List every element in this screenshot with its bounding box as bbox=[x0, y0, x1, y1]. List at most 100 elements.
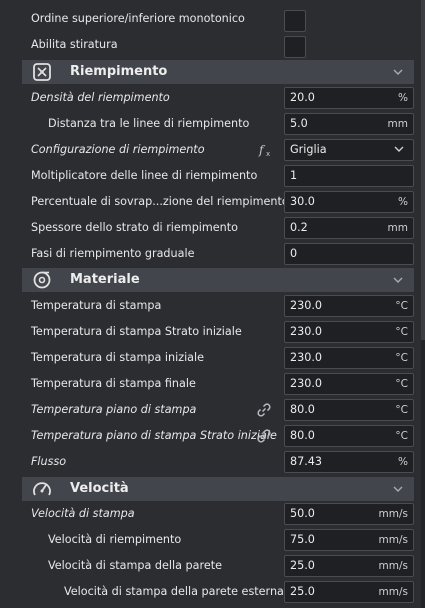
scrollbar-thumb[interactable] bbox=[421, 0, 425, 340]
gradual-infill-steps-input[interactable]: 0 bbox=[284, 243, 414, 265]
setting-row-infill-line-multiplier: Moltiplicatore delle linee di riempiment… bbox=[0, 163, 420, 189]
link-icon[interactable] bbox=[256, 403, 272, 417]
field-value: 230.0 bbox=[290, 377, 323, 390]
setting-row-gradual-infill-steps: Fasi di riempimento graduale 0 bbox=[0, 241, 420, 267]
chevron-down-icon bbox=[394, 146, 404, 152]
print-speed-input[interactable]: 50.0 mm/s bbox=[284, 503, 414, 525]
setting-row-build-plate-temperature-initial-layer: Temperatura piano di stampa Strato inizi… bbox=[0, 423, 420, 449]
setting-row-infill-line-distance: Distanza tra le linee di riempimento 5.0… bbox=[0, 111, 420, 137]
setting-label: Velocità di stampa della parete esterna bbox=[64, 585, 284, 598]
setting-label: Temperatura di stampa Strato iniziale bbox=[31, 325, 242, 338]
field-unit: % bbox=[398, 92, 408, 104]
field-unit: °C bbox=[395, 404, 408, 416]
print-temperature-input[interactable]: 230.0 °C bbox=[284, 295, 414, 317]
speedometer-icon bbox=[33, 482, 51, 496]
setting-row-infill-speed: Velocità di riempimento 75.0 mm/s bbox=[0, 527, 420, 553]
infill-line-distance-input[interactable]: 5.0 mm bbox=[284, 113, 414, 135]
field-unit: % bbox=[398, 456, 408, 468]
field-value: 50.0 bbox=[290, 507, 315, 520]
setting-row-infill-layer-thickness: Spessore dello strato di riempimento 0.2… bbox=[0, 215, 420, 241]
setting-label: Ordine superiore/inferiore monotonico bbox=[31, 12, 245, 25]
field-value: 20.0 bbox=[290, 91, 315, 104]
setting-label: Configurazione di riempimento bbox=[31, 143, 205, 156]
section-title: Materiale bbox=[70, 272, 140, 287]
infill-layer-thickness-input[interactable]: 0.2 mm bbox=[284, 217, 414, 239]
field-value: 230.0 bbox=[290, 351, 323, 364]
field-unit: °C bbox=[395, 430, 408, 442]
field-value: 80.0 bbox=[290, 429, 315, 442]
setting-row-infill-pattern: Configurazione di riempimento f x Grigli… bbox=[0, 137, 420, 163]
setting-row-wall-speed: Velocità di stampa della parete 25.0 mm/… bbox=[0, 553, 420, 579]
infill-overlap-input[interactable]: 30.0 % bbox=[284, 191, 414, 213]
field-value: 230.0 bbox=[290, 325, 323, 338]
print-temperature-initial-layer-input[interactable]: 230.0 °C bbox=[284, 321, 414, 343]
build-plate-temperature-initial-layer-input[interactable]: 80.0 °C bbox=[284, 425, 414, 447]
field-unit: °C bbox=[395, 378, 408, 390]
link-icon[interactable] bbox=[256, 429, 272, 443]
field-unit: mm bbox=[387, 222, 408, 234]
field-value: 80.0 bbox=[290, 403, 315, 416]
field-value: 0.2 bbox=[290, 221, 308, 234]
setting-label: Temperatura di stampa bbox=[31, 299, 162, 312]
section-header-speed[interactable]: Velocità bbox=[22, 477, 414, 501]
function-icon[interactable]: f x bbox=[258, 143, 274, 157]
setting-label: Velocità di stampa della parete bbox=[48, 559, 223, 572]
setting-label: Flusso bbox=[31, 455, 67, 468]
setting-label: Temperatura piano di stampa bbox=[31, 403, 197, 416]
infill-line-multiplier-input[interactable]: 1 bbox=[284, 165, 414, 187]
infill-speed-input[interactable]: 75.0 mm/s bbox=[284, 529, 414, 551]
field-value: 87.43 bbox=[290, 455, 323, 468]
wall-speed-input[interactable]: 25.0 mm/s bbox=[284, 555, 414, 577]
section-header-material[interactable]: Materiale bbox=[22, 268, 414, 292]
section-title: Velocità bbox=[70, 481, 129, 496]
setting-row-monotonic-top-bottom: Ordine superiore/inferiore monotonico bbox=[0, 6, 420, 32]
field-value: 30.0 bbox=[290, 195, 315, 208]
setting-row-outer-wall-speed: Velocità di stampa della parete esterna … bbox=[0, 579, 420, 605]
field-unit: % bbox=[398, 196, 408, 208]
infill-pattern-dropdown[interactable]: Griglia bbox=[284, 139, 414, 161]
setting-label: Velocità di stampa bbox=[31, 507, 135, 520]
infill-density-input[interactable]: 20.0 % bbox=[284, 87, 414, 109]
material-spool-icon bbox=[33, 271, 51, 289]
field-value: 0 bbox=[290, 247, 298, 260]
field-value: 230.0 bbox=[290, 299, 323, 312]
field-value: 25.0 bbox=[290, 585, 315, 598]
setting-label: Temperatura piano di stampa Strato inizi… bbox=[31, 429, 277, 442]
outer-wall-speed-input[interactable]: 25.0 mm/s bbox=[284, 581, 414, 603]
chevron-down-icon[interactable] bbox=[392, 275, 404, 285]
setting-row-build-plate-temperature: Temperatura piano di stampa 80.0 °C bbox=[0, 397, 420, 423]
svg-text:x: x bbox=[266, 150, 270, 157]
setting-label: Moltiplicatore delle linee di riempiment… bbox=[31, 169, 258, 182]
setting-row-final-print-temperature: Temperatura di stampa finale 230.0 °C bbox=[0, 371, 420, 397]
field-unit: mm/s bbox=[378, 508, 408, 520]
field-unit: mm bbox=[387, 118, 408, 130]
setting-row-initial-print-temperature: Temperatura di stampa iniziale 230.0 °C bbox=[0, 345, 420, 371]
field-unit: °C bbox=[395, 326, 408, 338]
setting-label: Abilita stiratura bbox=[31, 38, 118, 51]
section-header-infill[interactable]: Riempimento bbox=[22, 60, 414, 84]
section-title: Riempimento bbox=[70, 64, 168, 79]
setting-row-print-speed: Velocità di stampa 50.0 mm/s bbox=[0, 501, 420, 527]
enable-ironing-checkbox[interactable] bbox=[284, 36, 306, 58]
field-value: 5.0 bbox=[290, 117, 308, 130]
build-plate-temperature-input[interactable]: 80.0 °C bbox=[284, 399, 414, 421]
scrollbar[interactable] bbox=[421, 0, 425, 608]
chevron-down-icon[interactable] bbox=[392, 67, 404, 77]
initial-print-temperature-input[interactable]: 230.0 °C bbox=[284, 347, 414, 369]
flow-input[interactable]: 87.43 % bbox=[284, 451, 414, 473]
chevron-down-icon[interactable] bbox=[392, 484, 404, 494]
print-settings-panel: Ordine superiore/inferiore monotonico Ab… bbox=[0, 0, 420, 608]
field-unit: mm/s bbox=[378, 534, 408, 546]
infill-icon bbox=[33, 63, 51, 81]
field-unit: mm/s bbox=[378, 560, 408, 572]
setting-row-enable-ironing: Abilita stiratura bbox=[0, 32, 420, 58]
final-print-temperature-input[interactable]: 230.0 °C bbox=[284, 373, 414, 395]
setting-label: Fasi di riempimento graduale bbox=[31, 247, 195, 260]
setting-label: Spessore dello strato di riempimento bbox=[31, 221, 239, 234]
field-unit: °C bbox=[395, 300, 408, 312]
monotonic-top-bottom-checkbox[interactable] bbox=[284, 10, 306, 32]
setting-row-infill-overlap: Percentuale di sovrap...zione del riempi… bbox=[0, 189, 420, 215]
field-unit: mm/s bbox=[378, 586, 408, 598]
setting-label: Percentuale di sovrap...zione del riempi… bbox=[31, 195, 289, 208]
setting-label: Temperatura di stampa iniziale bbox=[31, 351, 205, 364]
